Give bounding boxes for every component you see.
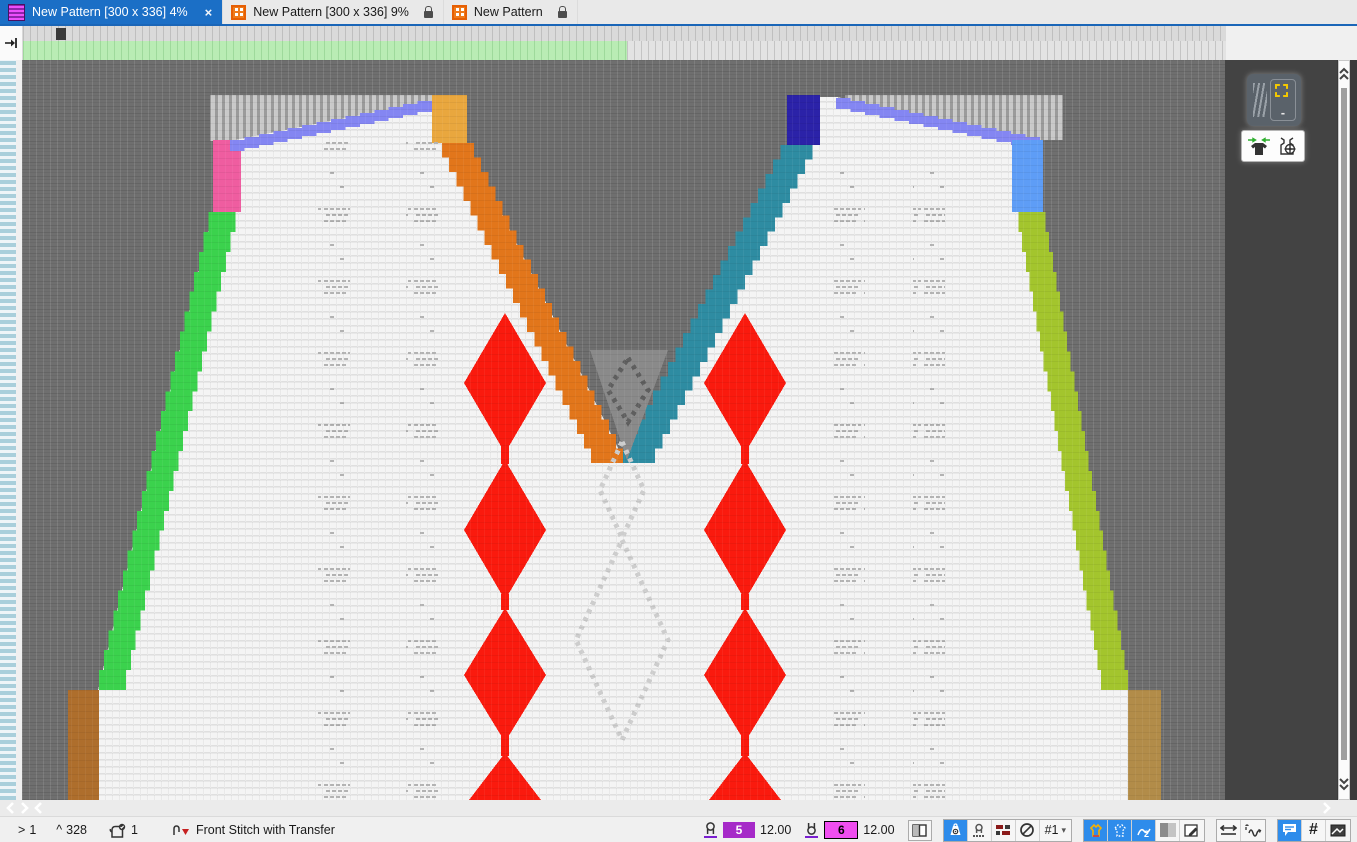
garment-ghost-button[interactable] (1108, 820, 1132, 841)
scroll-left-icon[interactable] (34, 802, 43, 814)
ruler-corner-button[interactable] (0, 26, 23, 60)
front-stitch-icon (172, 824, 192, 837)
horizontal-arrows-icon (1220, 824, 1237, 836)
elastic-yarn-button[interactable] (1241, 820, 1265, 841)
image-icon (1330, 824, 1346, 837)
tab-pattern-9pct[interactable]: New Pattern [300 x 336] 9% (223, 0, 444, 24)
yarn-path-button[interactable]: 2 (1132, 820, 1156, 841)
horizontal-scrollbar[interactable] (0, 800, 1357, 816)
minimize-button[interactable]: - (1271, 108, 1295, 118)
stitch-stamp-icon (971, 823, 987, 838)
grid-toggle-button[interactable]: # (1302, 820, 1326, 841)
selection-tool-panel[interactable]: - (1247, 74, 1301, 126)
scroll-up-button[interactable] (1338, 62, 1350, 86)
speech-bubble-icon (1282, 823, 1297, 837)
yarn-carrier-select[interactable]: #1 ▾ (1040, 820, 1071, 841)
tab-bar: New Pattern [300 x 336] 4% × New Pattern… (0, 0, 1357, 26)
module-blocks-button[interactable] (992, 820, 1016, 841)
tshirt-icon (1088, 823, 1104, 838)
ruler-ticks-bottom (23, 41, 1226, 60)
view-mode-group: 2 (1083, 819, 1205, 842)
yarn-path-icon: 2 (1136, 823, 1152, 838)
stitch-stamp-button[interactable] (968, 820, 992, 841)
display-group: # (1277, 819, 1351, 842)
prohibited-icon (1019, 822, 1035, 838)
gauge-front-value[interactable]: 5 (723, 822, 755, 838)
canvas-side-area: - (1225, 60, 1337, 800)
selection-panel: - (1270, 79, 1296, 121)
scroll-right-icon[interactable] (20, 802, 29, 814)
row-count-indicator: ^ 328 (56, 823, 87, 837)
comments-button[interactable] (1278, 820, 1302, 841)
panel-layout-button[interactable] (908, 820, 932, 841)
pattern-thumbnail-icon (231, 5, 246, 20)
yarn-coil-icon (1244, 824, 1262, 837)
ruler-row (0, 26, 1357, 60)
gradient-swatch-icon (1160, 823, 1176, 837)
pattern-thumbnail-icon (452, 5, 467, 20)
hash-grid-icon: # (1309, 821, 1318, 839)
ruler-ticks-top (23, 26, 1226, 41)
pattern-edit-button[interactable] (1180, 820, 1204, 841)
tshirt-dotted-icon (1112, 823, 1128, 838)
knit-pattern (22, 60, 1225, 800)
column-ruler[interactable] (23, 26, 1226, 60)
width-tools-group (1216, 819, 1266, 842)
scroll-left-icon[interactable] (6, 802, 15, 814)
scroll-right-icon[interactable] (1322, 802, 1331, 814)
yarn-path-number: 2 (1144, 829, 1149, 838)
garment-position-icon[interactable] (1275, 136, 1299, 156)
stitch-width-button[interactable] (1217, 820, 1241, 841)
weight-tool-button[interactable] (944, 820, 968, 841)
gauge-front-spacing: 12.00 (760, 823, 791, 837)
tool-mode-group: #1 ▾ (943, 819, 1072, 842)
arrow-to-bar-icon (4, 37, 18, 49)
ruler-selected-range (23, 41, 627, 60)
tab-label: New Pattern [300 x 336] 9% (253, 5, 409, 19)
glove-check-icon (109, 823, 127, 838)
scrollbar-thumb[interactable] (1341, 88, 1347, 760)
front-needle-gauge-icon (703, 821, 718, 839)
garment-tools-toolbar (1241, 130, 1305, 162)
back-needle-gauge-icon (804, 821, 819, 839)
needle-from-indicator: > 1 (18, 823, 36, 837)
pattern-thumbnail-icon (8, 4, 25, 21)
scroll-down-button[interactable] (1338, 772, 1350, 796)
carriage-indicator: 1 (109, 823, 138, 838)
drag-handle-icon[interactable] (1253, 83, 1267, 117)
image-view-button[interactable] (1326, 820, 1350, 841)
knit-grid-overlay (22, 60, 1225, 800)
double-chevron-down-icon (1339, 777, 1349, 791)
knit-design-app: New Pattern [300 x 336] 4% × New Pattern… (0, 0, 1357, 842)
pattern-canvas[interactable] (22, 60, 1225, 800)
tab-pattern-plain[interactable]: New Pattern (444, 0, 578, 24)
tab-label: New Pattern [300 x 336] 4% (32, 5, 188, 19)
edit-grid-icon (1184, 823, 1200, 838)
canvas-row: - (0, 60, 1357, 800)
weight-icon (948, 823, 963, 837)
module-blocks-icon (995, 823, 1011, 837)
tab-pattern-4pct[interactable]: New Pattern [300 x 336] 4% × (0, 0, 223, 24)
double-chevron-up-icon (1339, 67, 1349, 81)
chevron-down-icon: ▾ (1061, 825, 1066, 836)
status-bar: > 1 ^ 328 1 Fron (0, 816, 1357, 842)
garment-compare-icon[interactable] (1247, 136, 1271, 156)
garment-view-button[interactable] (1084, 820, 1108, 841)
close-tab-icon[interactable]: × (205, 5, 213, 20)
panel-layout-icon (912, 824, 927, 837)
vertical-scrollbar[interactable] (1337, 60, 1357, 800)
no-tool-button[interactable] (1016, 820, 1040, 841)
lock-icon (424, 11, 433, 18)
tab-label: New Pattern (474, 5, 543, 19)
gauge-back-value[interactable]: 6 (824, 821, 858, 839)
gauge-back-spacing: 12.00 (863, 823, 894, 837)
lock-icon (558, 11, 567, 18)
row-ruler[interactable] (0, 60, 16, 800)
ruler-cursor-marker (56, 28, 66, 40)
stitch-mode-indicator: Front Stitch with Transfer (172, 823, 335, 837)
shading-swatch-button[interactable] (1156, 820, 1180, 841)
selection-dashed-square-icon[interactable] (1275, 84, 1288, 97)
